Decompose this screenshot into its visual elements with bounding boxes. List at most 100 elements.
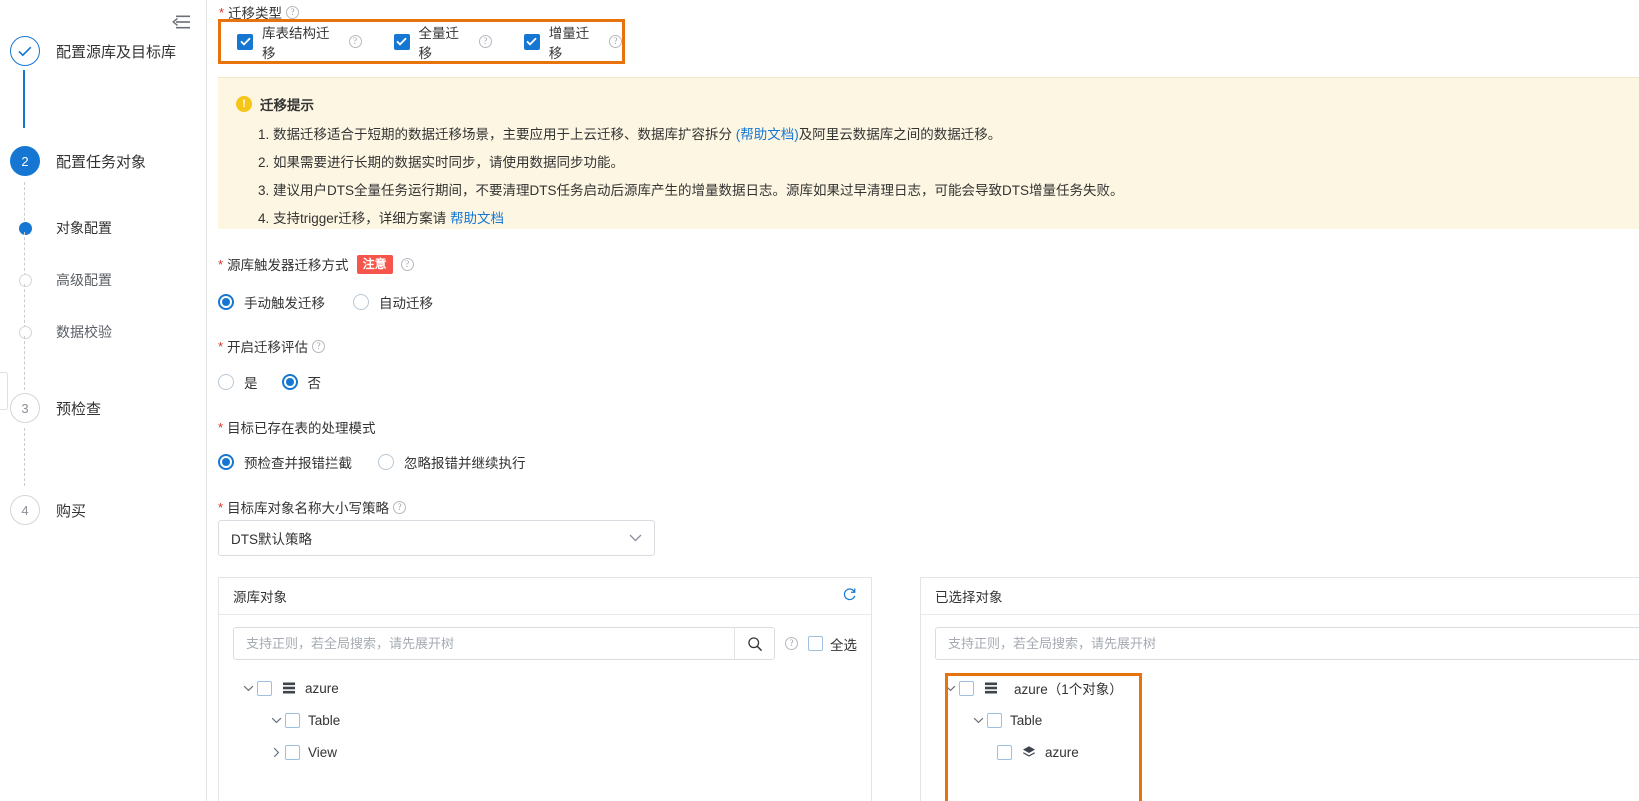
required-star: * bbox=[219, 4, 225, 20]
selected-panel-header: 已选择对象 批量编辑 ? bbox=[921, 578, 1639, 615]
tree-node[interactable]: azure（1个对象） bbox=[941, 672, 1639, 704]
chevron-down-icon[interactable] bbox=[239, 685, 257, 692]
selected-search-input[interactable] bbox=[936, 628, 1639, 659]
required-star: * bbox=[218, 499, 224, 515]
chevron-down-icon[interactable] bbox=[969, 717, 987, 724]
checkbox-checked-icon bbox=[393, 33, 410, 50]
object-config-marker bbox=[8, 211, 42, 245]
tree-node[interactable]: Table bbox=[941, 704, 1639, 736]
checkbox-checked-icon bbox=[523, 33, 540, 50]
tree-node[interactable]: Table bbox=[239, 704, 871, 736]
tree-node-checkbox[interactable] bbox=[987, 712, 1002, 728]
checkbox-schema-migration[interactable]: 库表结构迁移 ? bbox=[237, 22, 362, 62]
case-policy-label-row: * 目标库对象名称大小写策略 ? bbox=[218, 497, 407, 517]
help-icon[interactable]: ? bbox=[400, 257, 414, 271]
notice-item-4-index: 4. bbox=[258, 211, 270, 226]
help-icon[interactable]: ? bbox=[609, 35, 623, 48]
radio-precheck-block[interactable]: 预检查并报错拦截 bbox=[218, 452, 352, 472]
dot-empty-icon bbox=[18, 273, 32, 287]
data-verification-marker bbox=[8, 315, 42, 349]
source-panel-header: 源库对象 bbox=[219, 578, 871, 615]
radio-manual-trigger[interactable]: 手动触发迁移 bbox=[218, 292, 325, 312]
existing-table-mode-label: 目标已存在表的处理模式 bbox=[227, 421, 376, 436]
notice-item-1: 1. 数据迁移适合于短期的数据迁移场景，主要应用于上云迁移、数据库扩容拆分 (帮… bbox=[236, 121, 1621, 149]
trigger-mode-label: 源库触发器迁移方式 bbox=[227, 258, 349, 273]
chevron-down-icon[interactable] bbox=[267, 717, 285, 724]
tree-node-checkbox[interactable] bbox=[285, 712, 300, 728]
tree-node-checkbox[interactable] bbox=[285, 744, 300, 760]
source-select-all[interactable]: 全选 bbox=[808, 634, 857, 654]
help-doc-link[interactable]: 帮助文档 bbox=[450, 211, 504, 226]
notice-item-2-text: 如果需要进行长期的数据实时同步，请使用数据同步功能。 bbox=[273, 155, 625, 170]
checkbox-checked-icon bbox=[237, 33, 253, 50]
drawer-handle[interactable] bbox=[0, 372, 8, 410]
step-4-marker: 4 bbox=[8, 493, 42, 527]
advanced-config-marker bbox=[8, 263, 42, 297]
attention-badge: 注意 bbox=[356, 254, 393, 274]
layers-icon bbox=[1020, 745, 1038, 759]
sidebar-step-1-label: 配置源库及目标库 bbox=[56, 43, 177, 61]
main-content: * 迁移类型 ? 库表结构迁移 ? 全量迁移 ? 增量迁移 ? ! 迁移提示 1… bbox=[208, 0, 1639, 801]
source-search-input[interactable] bbox=[234, 628, 734, 659]
tree-node-label: azure bbox=[1045, 744, 1079, 760]
sidebar-step-3-label: 预检查 bbox=[56, 400, 102, 418]
sidebar-step-2-label: 配置任务对象 bbox=[56, 153, 147, 171]
notice-item-3-index: 3. bbox=[258, 183, 270, 198]
help-doc-link[interactable]: (帮助文档) bbox=[736, 127, 799, 142]
selected-panel-search-row: ? 全选 bbox=[921, 615, 1639, 660]
radio-unselected-icon bbox=[218, 374, 234, 390]
check-icon bbox=[10, 36, 40, 66]
source-objects-tree: azure Table View bbox=[219, 660, 871, 768]
tree-node-checkbox[interactable] bbox=[997, 744, 1012, 760]
assessment-label-row: * 开启迁移评估 ? bbox=[218, 336, 326, 356]
refresh-icon[interactable] bbox=[842, 587, 857, 606]
help-icon[interactable]: ? bbox=[348, 35, 362, 48]
help-icon[interactable]: ? bbox=[478, 35, 492, 48]
search-icon[interactable] bbox=[734, 628, 774, 659]
radio-manual-trigger-label: 手动触发迁移 bbox=[244, 296, 325, 311]
help-icon[interactable]: ? bbox=[785, 637, 798, 650]
sidebar-item-advanced-config-label: 高级配置 bbox=[56, 272, 112, 288]
source-panel-search-row: ? 全选 bbox=[219, 615, 871, 660]
tree-node[interactable]: azure bbox=[239, 672, 871, 704]
assessment-radio-group: 是 否 bbox=[218, 372, 321, 392]
step-3-number: 3 bbox=[10, 393, 40, 423]
tree-node-label: View bbox=[308, 744, 338, 760]
step-connector-6 bbox=[24, 428, 25, 486]
radio-auto-migration[interactable]: 自动迁移 bbox=[353, 292, 433, 312]
tree-node[interactable]: View bbox=[239, 736, 871, 768]
help-icon[interactable]: ? bbox=[393, 500, 407, 514]
selected-search-wrap bbox=[935, 627, 1639, 660]
radio-unselected-icon bbox=[353, 294, 369, 310]
existing-table-mode-radio-group: 预检查并报错拦截 忽略报错并继续执行 bbox=[218, 452, 526, 472]
radio-ignore-continue[interactable]: 忽略报错并继续执行 bbox=[378, 452, 526, 472]
migration-notice-banner: ! 迁移提示 1. 数据迁移适合于短期的数据迁移场景，主要应用于上云迁移、数据库… bbox=[218, 77, 1639, 229]
notice-item-1-text-b: 及阿里云数据库之间的数据迁移。 bbox=[798, 127, 1002, 142]
step-4-number: 4 bbox=[10, 495, 40, 525]
collapse-menu-icon[interactable] bbox=[170, 12, 192, 32]
chevron-down-icon[interactable] bbox=[941, 685, 959, 692]
help-icon[interactable]: ? bbox=[312, 339, 326, 353]
tree-node[interactable]: azure bbox=[941, 736, 1639, 768]
help-icon[interactable]: ? bbox=[286, 5, 300, 19]
chevron-right-icon[interactable] bbox=[267, 747, 285, 758]
radio-assessment-no-label: 否 bbox=[307, 376, 322, 391]
radio-assessment-yes[interactable]: 是 bbox=[218, 372, 258, 392]
tree-node-label: Table bbox=[1010, 712, 1043, 728]
tree-node-checkbox[interactable] bbox=[257, 680, 272, 696]
checkbox-full-migration[interactable]: 全量迁移 ? bbox=[393, 22, 492, 62]
radio-assessment-yes-label: 是 bbox=[244, 376, 258, 391]
checkbox-incremental-migration[interactable]: 增量迁移 ? bbox=[523, 22, 623, 62]
notice-item-4: 4. 支持trigger迁移，详细方案请 帮助文档 bbox=[236, 205, 1621, 233]
notice-item-3: 3. 建议用户DTS全量任务运行期间，不要清理DTS任务启动后源库产生的增量数据… bbox=[236, 177, 1621, 205]
radio-precheck-block-label: 预检查并报错拦截 bbox=[244, 456, 352, 471]
trigger-mode-radio-group: 手动触发迁移 自动迁移 bbox=[218, 292, 433, 312]
radio-assessment-no[interactable]: 否 bbox=[281, 372, 322, 392]
tree-node-checkbox[interactable] bbox=[959, 680, 974, 696]
dot-filled-icon bbox=[18, 221, 32, 235]
steps-sidebar: 配置源库及目标库 2 配置任务对象 对象配置 高级配置 数据校验 3 预检查 4… bbox=[0, 0, 207, 801]
notice-item-2-index: 2. bbox=[258, 155, 270, 170]
notice-title: 迁移提示 bbox=[260, 98, 314, 113]
case-policy-select[interactable]: DTS默认策略 bbox=[218, 520, 655, 556]
required-star: * bbox=[218, 256, 224, 272]
